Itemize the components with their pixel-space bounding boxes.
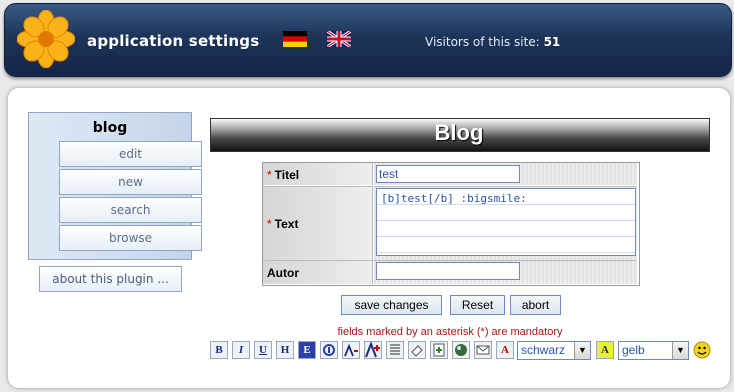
visitors-count: 51 bbox=[543, 35, 561, 49]
uk-flag-icon[interactable] bbox=[327, 31, 351, 47]
sidebar-item-edit[interactable]: edit bbox=[59, 141, 202, 167]
mail-icon[interactable] bbox=[474, 341, 492, 359]
menu-title: blog bbox=[92, 120, 128, 136]
link-icon[interactable] bbox=[320, 341, 338, 359]
titel-label: Titel bbox=[274, 168, 300, 182]
add-icon[interactable] bbox=[430, 341, 448, 359]
titel-input[interactable]: test bbox=[376, 165, 520, 183]
about-plugin-button[interactable]: about this plugin ... bbox=[39, 266, 182, 292]
visitors-label: Visitors of this site: bbox=[425, 35, 540, 49]
sidebar-item-search[interactable]: search bbox=[59, 197, 202, 223]
font-size-down-icon[interactable] bbox=[342, 341, 360, 359]
app-title: application settings bbox=[87, 32, 260, 50]
autor-label: Autor bbox=[267, 266, 299, 280]
highlight-icon[interactable]: A bbox=[596, 341, 614, 359]
mandatory-note: fields marked by an asterisk (*) are man… bbox=[337, 326, 563, 338]
abort-button[interactable]: abort bbox=[510, 295, 561, 315]
eraser-icon[interactable] bbox=[408, 341, 426, 359]
heading-icon[interactable]: H bbox=[276, 341, 294, 359]
flower-logo-icon bbox=[17, 10, 75, 68]
highlight-color-select[interactable]: gelb ▼ bbox=[618, 341, 689, 360]
autor-label-cell: Autor bbox=[263, 260, 373, 284]
page-title: Blog bbox=[434, 120, 484, 145]
bold-icon[interactable]: B bbox=[210, 341, 228, 359]
font-color-value: schwarz bbox=[521, 343, 566, 357]
required-marker: * bbox=[267, 168, 272, 182]
german-flag-icon[interactable] bbox=[283, 31, 307, 47]
italic-icon[interactable]: I bbox=[232, 341, 250, 359]
titel-label-cell: * Titel bbox=[263, 163, 373, 185]
font-color-select[interactable]: schwarz ▼ bbox=[517, 341, 591, 360]
visitor-counter: Visitors of this site: 51 bbox=[425, 35, 560, 49]
save-changes-button[interactable]: save changes bbox=[341, 295, 442, 315]
font-size-up-icon[interactable] bbox=[364, 341, 382, 359]
sidebar-item-new[interactable]: new bbox=[59, 169, 202, 195]
chevron-down-icon: ▼ bbox=[574, 342, 590, 359]
highlight-color-value: gelb bbox=[622, 343, 645, 357]
text-color-icon[interactable]: A bbox=[496, 341, 514, 359]
text-label: Text bbox=[274, 217, 299, 231]
smiley-icon[interactable] bbox=[693, 341, 711, 359]
image-icon[interactable] bbox=[452, 341, 470, 359]
text-label-cell: * Text bbox=[263, 186, 373, 260]
sidebar-item-browse[interactable]: browse bbox=[59, 225, 202, 251]
list-icon[interactable] bbox=[386, 341, 404, 359]
chevron-down-icon: ▼ bbox=[672, 342, 688, 359]
underline-icon[interactable]: U bbox=[254, 341, 272, 359]
emphasis-icon[interactable]: E bbox=[298, 341, 316, 359]
required-marker: * bbox=[267, 217, 272, 231]
text-textarea[interactable]: [b]test[/b] :bigsmile: bbox=[376, 188, 636, 256]
reset-button[interactable]: Reset bbox=[450, 295, 505, 315]
header-bar: application settings Visitors of this si… bbox=[4, 3, 732, 77]
autor-input[interactable] bbox=[376, 262, 520, 280]
